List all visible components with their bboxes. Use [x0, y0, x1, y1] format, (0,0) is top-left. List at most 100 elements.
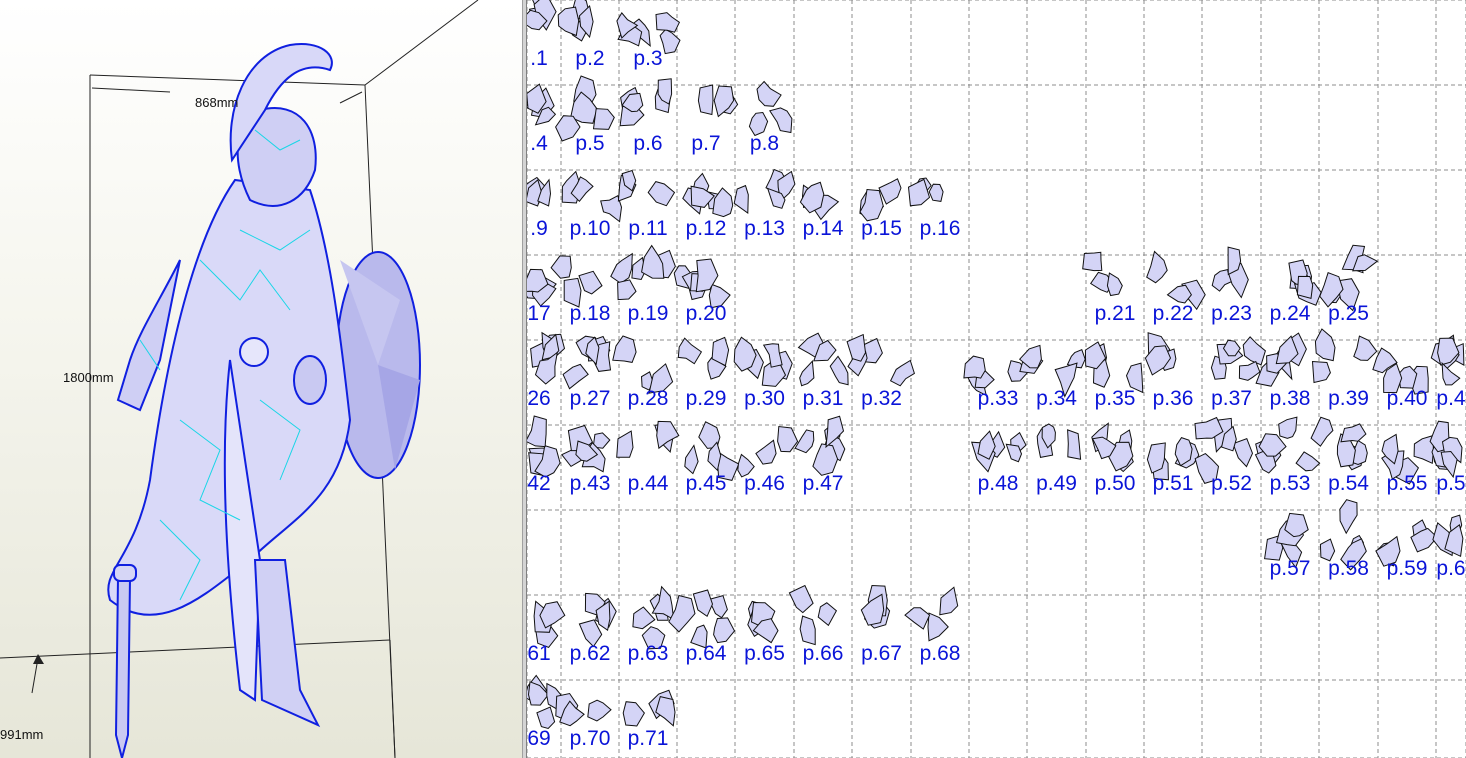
unfolded-part[interactable]: [927, 612, 949, 642]
unfolded-part[interactable]: [812, 443, 839, 476]
unfolded-part[interactable]: [587, 699, 612, 722]
unfolded-part[interactable]: [1232, 437, 1254, 468]
unfolded-part[interactable]: [668, 594, 696, 633]
unfolded-part[interactable]: [1353, 335, 1378, 361]
unfolded-part[interactable]: [527, 415, 547, 448]
unfolded-part[interactable]: [550, 255, 572, 279]
unfolded-part[interactable]: [1005, 443, 1023, 463]
part-group[interactable]: [616, 420, 680, 458]
unfolded-part[interactable]: [1238, 360, 1261, 381]
unfolded-part[interactable]: [612, 335, 637, 363]
part-group[interactable]: [971, 430, 1027, 473]
part-group[interactable]: [1254, 416, 1321, 474]
part-group[interactable]: [859, 178, 902, 222]
unfolded-part[interactable]: [799, 615, 816, 646]
part-group[interactable]: [1429, 420, 1463, 479]
part-group[interactable]: [697, 84, 739, 118]
unfolded-part[interactable]: [1441, 361, 1461, 386]
part-group[interactable]: [846, 333, 915, 387]
part-group[interactable]: [632, 585, 675, 650]
unfolded-part[interactable]: [1314, 328, 1336, 362]
unfolded-part[interactable]: [904, 607, 931, 630]
part-group[interactable]: [555, 692, 612, 727]
unfolded-part[interactable]: [610, 252, 633, 284]
part-group[interactable]: [1146, 250, 1206, 311]
unfolded-part[interactable]: [536, 706, 556, 730]
part-group[interactable]: [527, 268, 557, 307]
part-group[interactable]: [733, 336, 793, 387]
unfolded-part[interactable]: [777, 425, 799, 453]
part-group[interactable]: [561, 424, 611, 473]
unfolded-part[interactable]: [878, 178, 902, 205]
part-group[interactable]: [550, 255, 603, 308]
unfolded-part[interactable]: [712, 187, 734, 218]
part-group[interactable]: [562, 335, 612, 390]
unfolded-part[interactable]: [1067, 429, 1082, 460]
unfolded-part[interactable]: [578, 270, 603, 295]
part-group[interactable]: [907, 177, 944, 207]
part-group[interactable]: [561, 170, 623, 223]
unfolded-part[interactable]: [617, 279, 637, 301]
unfolded-part[interactable]: [1146, 250, 1168, 284]
unfolded-part[interactable]: [632, 606, 656, 630]
part-group[interactable]: [673, 258, 731, 309]
unfolded-part[interactable]: [562, 363, 589, 390]
unfolded-part[interactable]: [713, 617, 736, 644]
unfolded-part[interactable]: [622, 701, 646, 727]
part-group[interactable]: [1288, 259, 1322, 306]
part-group[interactable]: [1082, 251, 1123, 297]
part-group[interactable]: [733, 168, 796, 214]
part-group[interactable]: [677, 336, 730, 380]
unfolded-part[interactable]: [788, 584, 814, 614]
unfolded-part[interactable]: [527, 681, 550, 706]
part-group[interactable]: [797, 332, 849, 387]
part-group[interactable]: [860, 584, 891, 629]
part-group[interactable]: [533, 600, 566, 648]
unfolded-part[interactable]: [846, 333, 867, 362]
unfolded-part[interactable]: [829, 355, 849, 386]
part-group[interactable]: [1036, 423, 1082, 460]
part-group[interactable]: [622, 689, 676, 727]
unfolded-part[interactable]: [762, 343, 783, 368]
unfolded-part[interactable]: [697, 84, 714, 116]
unfolded-part[interactable]: [692, 589, 714, 618]
unfolded-part[interactable]: [755, 439, 777, 465]
unfolded-part[interactable]: [928, 183, 944, 202]
part-group[interactable]: [557, 0, 594, 42]
unfolded-part[interactable]: [1311, 360, 1331, 384]
unfolded-part[interactable]: [769, 107, 793, 134]
unfolded-part[interactable]: [677, 337, 703, 365]
part-group[interactable]: [1311, 328, 1378, 384]
unfolded-part[interactable]: [1106, 272, 1123, 297]
part-group[interactable]: [1084, 341, 1144, 394]
unfolded-part[interactable]: [963, 355, 986, 379]
unfolded-part[interactable]: [1295, 451, 1321, 472]
unfolded-part[interactable]: [1310, 416, 1334, 447]
part-group[interactable]: [610, 244, 676, 301]
part-group[interactable]: [748, 80, 793, 137]
unfolded-part[interactable]: [889, 359, 915, 387]
3d-model-viewport[interactable]: 868mm 1800mm 991mm: [0, 0, 522, 758]
part-group[interactable]: [799, 181, 840, 221]
unfolded-part[interactable]: [1278, 416, 1298, 439]
part-group[interactable]: [668, 589, 736, 649]
unfolded-part[interactable]: [1340, 423, 1367, 443]
unfolded-part[interactable]: [655, 696, 676, 727]
part-group[interactable]: [1144, 332, 1177, 376]
unfolded-part[interactable]: [1339, 499, 1358, 535]
part-group[interactable]: [578, 592, 617, 648]
part-group[interactable]: [788, 584, 838, 646]
part-group[interactable]: [1255, 332, 1307, 387]
unfolded-part[interactable]: [647, 181, 676, 207]
part-group[interactable]: [1210, 336, 1266, 381]
part-group[interactable]: [527, 83, 557, 126]
part-group[interactable]: [527, 176, 552, 207]
unfolded-part[interactable]: [799, 360, 815, 387]
2d-unfold-view[interactable]: .1 p.2 p.3 .4 p.5 p.6 p.7 p.8 .9 p.10 p.11 p.12 p.13…: [527, 0, 1466, 758]
unfolded-part[interactable]: [1296, 275, 1314, 300]
part-group[interactable]: [1432, 514, 1464, 558]
unfolded-part[interactable]: [733, 184, 749, 214]
part-group[interactable]: [682, 172, 734, 218]
part-group[interactable]: [527, 0, 557, 31]
part-group[interactable]: [617, 169, 676, 207]
